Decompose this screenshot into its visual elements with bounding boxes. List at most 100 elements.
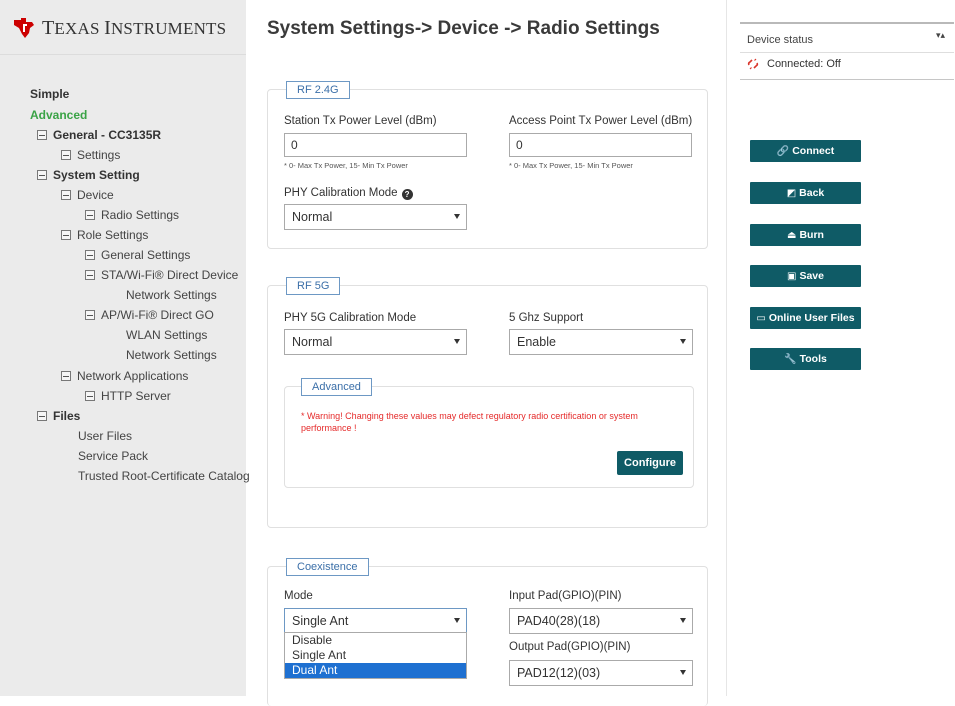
regulatory-warning: * Warning! Changing these values may def… xyxy=(301,411,638,433)
phy-5g-calibration-label: PHY 5G Calibration Mode xyxy=(284,312,417,324)
chevron-down-icon xyxy=(680,670,686,675)
back-button[interactable]: ◩ Back xyxy=(750,182,861,204)
tree-item-network-applications[interactable]: Network Applications xyxy=(61,367,188,385)
station-tx-power-label: Station Tx Power Level (dBm) xyxy=(284,115,437,127)
chevron-down-icon xyxy=(680,618,686,623)
link-icon: 🔗 xyxy=(776,145,790,157)
mode-option-disable[interactable]: Disable xyxy=(285,633,466,648)
phy-5g-calibration-value: Normal xyxy=(292,335,333,349)
tree-item-ap-network-settings[interactable]: Network Settings xyxy=(126,346,217,364)
collapse-toggle-icon[interactable] xyxy=(37,130,47,140)
wrench-icon: 🔧 xyxy=(784,353,797,365)
disconnected-icon xyxy=(747,58,759,70)
chevron-down-icon xyxy=(454,339,460,344)
tree-item-trusted-root-certificate-catalog[interactable]: Trusted Root-Certificate Catalog xyxy=(78,467,250,485)
logo-divider xyxy=(0,54,246,55)
phy-5g-calibration-select[interactable]: Normal xyxy=(284,329,467,355)
mode-option-dual-ant[interactable]: Dual Ant xyxy=(285,663,466,678)
phy-calibration-select[interactable]: Normal xyxy=(284,204,467,230)
tree-item-wlan-settings[interactable]: WLAN Settings xyxy=(126,326,207,344)
station-tx-power-input[interactable] xyxy=(284,133,467,157)
burn-button[interactable]: ⏏ Burn xyxy=(750,224,861,246)
tree-item-radio-settings[interactable]: Radio Settings xyxy=(85,206,179,224)
connection-status: Connected: Off xyxy=(747,58,841,70)
help-icon[interactable]: ? xyxy=(401,189,413,200)
configure-button[interactable]: Configure xyxy=(617,451,683,475)
output-pad-select[interactable]: PAD12(12)(03) xyxy=(509,660,693,686)
collapse-toggle-icon[interactable] xyxy=(85,250,95,260)
collapse-toggle-icon[interactable] xyxy=(61,190,71,200)
mode-value: Single Ant xyxy=(292,614,349,628)
chevron-down-icon xyxy=(454,214,460,219)
5ghz-support-select[interactable]: Enable xyxy=(509,329,693,355)
5ghz-support-value: Enable xyxy=(517,335,556,349)
tree-item-general-cc3135r[interactable]: General - CC3135R xyxy=(37,126,161,144)
phy-calibration-value: Normal xyxy=(292,210,333,224)
chevron-down-icon xyxy=(454,618,460,623)
tree-item-general-settings[interactable]: General Settings xyxy=(85,246,190,264)
tree-item-device[interactable]: Device xyxy=(61,186,114,204)
station-tx-power-hint: * 0- Max Tx Power, 15- Min Tx Power xyxy=(284,161,408,170)
tree-item-sta-network-settings[interactable]: Network Settings xyxy=(126,286,217,304)
input-pad-select[interactable]: PAD40(28)(18) xyxy=(509,608,693,634)
tree-item-system-setting[interactable]: System Setting xyxy=(37,166,140,184)
rf-24g-legend: RF 2.4G xyxy=(286,81,350,99)
connect-button[interactable]: 🔗 Connect xyxy=(750,140,861,162)
brand-name: TEXAS INSTRUMENTS xyxy=(42,16,227,39)
status-top-border xyxy=(740,22,954,24)
tree-item-settings[interactable]: Settings xyxy=(61,146,120,164)
online-user-files-button[interactable]: ▭ Online User Files xyxy=(750,307,861,329)
ap-tx-power-hint: * 0- Max Tx Power, 15- Min Tx Power xyxy=(509,161,633,170)
chevron-down-icon xyxy=(680,339,686,344)
tree-item-advanced[interactable]: Advanced xyxy=(30,106,87,124)
mode-select[interactable]: Single Ant xyxy=(284,608,467,634)
collapse-toggle-icon[interactable] xyxy=(61,371,71,381)
tools-button[interactable]: 🔧 Tools xyxy=(750,348,861,370)
input-pad-value: PAD40(28)(18) xyxy=(517,614,601,628)
mode-dropdown-list: Disable Single Ant Dual Ant xyxy=(284,632,467,679)
collapse-toggle-icon[interactable] xyxy=(85,310,95,320)
right-column-divider xyxy=(726,0,727,696)
rf-5g-legend: RF 5G xyxy=(286,277,341,295)
mode-option-single-ant[interactable]: Single Ant xyxy=(285,648,466,663)
save-icon: ▣ xyxy=(787,270,797,282)
collapse-toggle-icon[interactable] xyxy=(85,210,95,220)
ap-tx-power-label: Access Point Tx Power Level (dBm) xyxy=(509,115,693,127)
status-separator xyxy=(740,52,954,53)
collapse-toggle-icon[interactable] xyxy=(85,391,95,401)
coexistence-legend: Coexistence xyxy=(286,558,369,576)
tree-item-http-server[interactable]: HTTP Server xyxy=(85,387,171,405)
connection-status-text: Connected: Off xyxy=(767,58,841,70)
ti-logo-icon xyxy=(14,18,34,38)
collapse-toggle-icon[interactable] xyxy=(61,230,71,240)
phy-calibration-label: PHY Calibration Mode? xyxy=(284,187,413,200)
collapse-arrow-icon[interactable]: ▾▴ xyxy=(936,30,945,41)
collapse-toggle-icon[interactable] xyxy=(37,411,47,421)
output-pad-value: PAD12(12)(03) xyxy=(517,666,601,680)
rf-24g-panel: RF 2.4G Station Tx Power Level (dBm) * 0… xyxy=(267,81,708,249)
advanced-panel: Advanced * Warning! Changing these value… xyxy=(284,378,694,488)
back-icon: ◩ xyxy=(786,187,797,199)
5ghz-support-label: 5 Ghz Support xyxy=(509,312,584,324)
sidebar: TEXAS INSTRUMENTS Simple Advanced Genera… xyxy=(0,0,250,696)
mode-label: Mode xyxy=(284,590,313,602)
tree-item-service-pack[interactable]: Service Pack xyxy=(78,447,148,465)
tree-item-role-settings[interactable]: Role Settings xyxy=(61,226,148,244)
output-pad-label: Output Pad(GPIO)(PIN) xyxy=(509,641,631,653)
tree-item-user-files[interactable]: User Files xyxy=(78,427,132,445)
collapse-toggle-icon[interactable] xyxy=(37,170,47,180)
tree-item-files[interactable]: Files xyxy=(37,407,80,425)
rf-5g-panel: RF 5G PHY 5G Calibration Mode Normal 5 G… xyxy=(267,277,708,528)
ap-tx-power-input[interactable] xyxy=(509,133,692,157)
tree-item-simple[interactable]: Simple xyxy=(30,85,69,103)
page-title: System Settings-> Device -> Radio Settin… xyxy=(267,18,660,39)
status-bottom-border xyxy=(740,79,954,80)
save-button[interactable]: ▣ Save xyxy=(750,265,861,287)
tree-item-sta-wifi-direct-device[interactable]: STA/Wi-Fi® Direct Device xyxy=(85,266,238,284)
input-pad-label: Input Pad(GPIO)(PIN) xyxy=(509,590,622,602)
collapse-toggle-icon[interactable] xyxy=(61,150,71,160)
ti-logo[interactable]: TEXAS INSTRUMENTS xyxy=(12,16,226,40)
advanced-legend: Advanced xyxy=(301,378,372,396)
tree-item-ap-wifi-direct-go[interactable]: AP/Wi-Fi® Direct GO xyxy=(85,306,214,324)
collapse-toggle-icon[interactable] xyxy=(85,270,95,280)
